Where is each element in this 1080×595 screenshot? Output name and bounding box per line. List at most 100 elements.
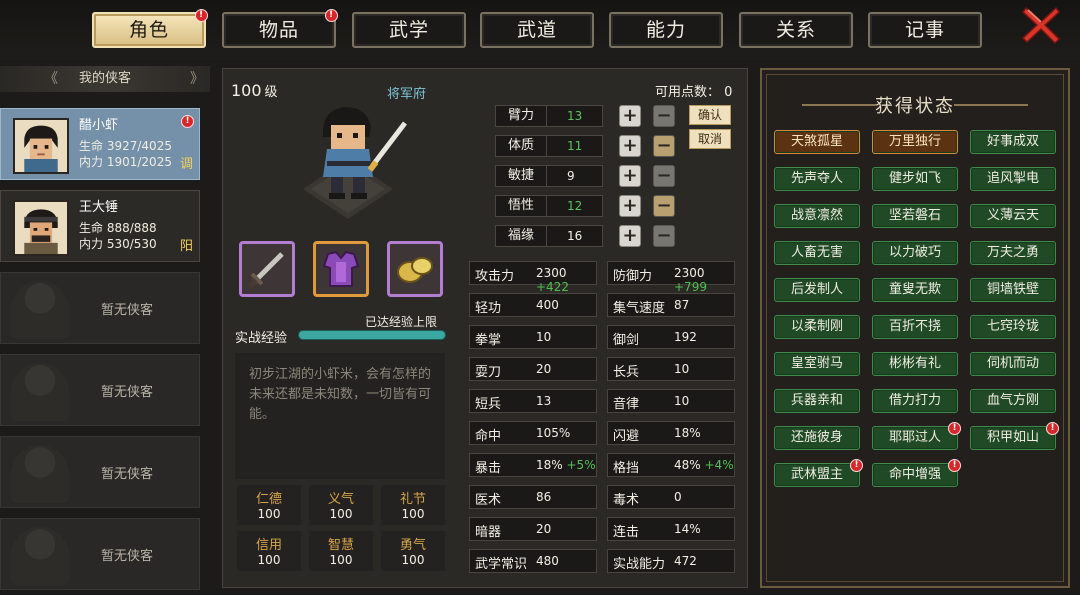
equip-slot-accessory[interactable] <box>387 241 443 297</box>
party-member-card[interactable]: 醋小虾 生命 3927/4025 内力 1901/2025 调 ! <box>0 108 200 180</box>
status-tag[interactable]: 战意凛然 <box>774 204 860 228</box>
status-tag[interactable]: 追风掣电 <box>970 167 1056 191</box>
tab-character[interactable]: 角色! <box>92 9 208 48</box>
close-icon[interactable] <box>1020 4 1062 46</box>
empty-party-slot[interactable]: 暂无侠客 <box>0 272 200 344</box>
confirm-button[interactable]: 确认 <box>689 105 731 125</box>
tab-relations[interactable]: 关系 <box>739 12 853 48</box>
status-tag[interactable]: 人畜无害 <box>774 241 860 265</box>
stat-cell: 格挡 48% +4% <box>607 453 735 477</box>
stat-label: 暗器 <box>475 525 502 540</box>
tab-items[interactable]: 物品! <box>222 9 338 48</box>
status-tag[interactable]: 以力破巧 <box>872 241 958 265</box>
status-tag[interactable]: 万里独行 <box>872 130 958 154</box>
decrease-attribute-button[interactable]: − <box>653 165 675 187</box>
status-tag[interactable]: 好事成双 <box>970 130 1056 154</box>
empty-party-slot[interactable]: 暂无侠客 <box>0 518 200 590</box>
status-tag[interactable]: 百折不挠 <box>872 315 958 339</box>
empty-party-slot[interactable]: 暂无侠客 <box>0 436 200 508</box>
status-tag-label: 还施彼身 <box>790 430 843 445</box>
tab-label: 角色 <box>128 19 169 41</box>
xp-label: 实战经验 <box>235 331 288 346</box>
hero-status-mark: 阳 <box>179 239 193 254</box>
decrease-attribute-button[interactable]: − <box>653 135 675 157</box>
hero-name: 王大锤 <box>79 200 119 215</box>
stat-label: 拳掌 <box>475 333 502 348</box>
attribute-value: 13 <box>547 105 603 127</box>
status-tag[interactable]: 坚若磐石 <box>872 204 958 228</box>
status-tag[interactable]: 伺机而动 <box>970 352 1056 376</box>
equip-slot-weapon[interactable] <box>239 241 295 297</box>
hero-mp: 内力 530/530 <box>79 235 157 252</box>
status-tag[interactable]: 血气方刚 <box>970 389 1056 413</box>
virtue-value: 100 <box>257 507 281 521</box>
hp-label: 生命 <box>79 221 104 235</box>
increase-attribute-button[interactable]: + <box>619 195 641 217</box>
alert-badge: ! <box>181 115 194 128</box>
status-tag[interactable]: 后发制人 <box>774 278 860 302</box>
status-tag[interactable]: 健步如飞 <box>872 167 958 191</box>
status-tag[interactable]: 武林盟主! <box>774 459 863 487</box>
stat-value: 18% <box>674 426 701 440</box>
hero-hp: 生命 3927/4025 <box>79 137 172 154</box>
stat-cell: 连击 14% <box>607 517 735 541</box>
party-member-card[interactable]: 王大锤 生命 888/888 内力 530/530 阳 <box>0 190 200 262</box>
hp-value: 3927/4025 <box>106 139 172 153</box>
status-tag[interactable]: 借力打力 <box>872 389 958 413</box>
status-tag[interactable]: 皇室驸马 <box>774 352 860 376</box>
stat-cell: 命中 105% <box>469 421 597 445</box>
tab-journal[interactable]: 记事 <box>868 12 982 48</box>
decrease-attribute-button[interactable]: − <box>653 195 675 217</box>
stat-value: 48% +4% <box>674 458 734 472</box>
virtue-value: 100 <box>401 553 425 567</box>
virtue-label: 信用 <box>255 538 282 553</box>
status-tag[interactable]: 耶耶过人! <box>872 422 961 450</box>
stat-label: 格挡 <box>613 461 640 476</box>
status-tag[interactable]: 万夫之勇 <box>970 241 1056 265</box>
status-tag[interactable]: 以柔制刚 <box>774 315 860 339</box>
equip-slot-armor[interactable] <box>313 241 369 297</box>
hero-portrait <box>13 200 69 256</box>
status-tag[interactable]: 积甲如山! <box>970 422 1059 450</box>
cancel-button[interactable]: 取消 <box>689 129 731 149</box>
stat-number: 87 <box>674 298 690 312</box>
alert-badge: ! <box>948 459 961 472</box>
status-tag[interactable]: 七窍玲珑 <box>970 315 1056 339</box>
status-tag-label: 以力破巧 <box>888 245 941 260</box>
stat-number: 10 <box>674 394 690 408</box>
status-tag[interactable]: 童叟无欺 <box>872 278 958 302</box>
alert-badge: ! <box>850 459 863 472</box>
status-tag[interactable]: 还施彼身 <box>774 426 860 450</box>
chevron-left-icon[interactable]: 《 <box>44 66 58 92</box>
empty-party-slot[interactable]: 暂无侠客 <box>0 354 200 426</box>
status-tag[interactable]: 彬彬有礼 <box>872 352 958 376</box>
status-tag[interactable]: 先声夺人 <box>774 167 860 191</box>
stat-label: 实战能力 <box>613 557 666 572</box>
virtue-label: 义气 <box>327 492 354 507</box>
tab-martial-way[interactable]: 武道 <box>480 12 594 48</box>
status-tag-label: 七窍玲珑 <box>986 319 1039 334</box>
decrease-attribute-button[interactable]: − <box>653 225 675 247</box>
tab-bar: 角色! 物品! 武学 武道 能力 关系 记事 <box>0 0 1080 60</box>
increase-attribute-button[interactable]: + <box>619 225 641 247</box>
stat-cell: 闪避 18% <box>607 421 735 445</box>
status-tag[interactable]: 天煞孤星 <box>774 130 860 154</box>
stat-value: 10 <box>674 394 689 408</box>
stat-cell: 防御力 2300 +799 <box>607 261 735 294</box>
stat-cell: 耍刀 20 <box>469 357 597 381</box>
stat-cell: 轻功 400 <box>469 293 597 317</box>
increase-attribute-button[interactable]: + <box>619 135 641 157</box>
decrease-attribute-button[interactable]: − <box>653 105 675 127</box>
chevron-right-icon[interactable]: 》 <box>190 66 204 92</box>
tab-abilities[interactable]: 能力 <box>609 12 723 48</box>
status-tag[interactable]: 命中增强! <box>872 459 961 487</box>
stat-label: 音律 <box>613 397 640 412</box>
status-tag[interactable]: 义薄云天 <box>970 204 1056 228</box>
status-tag[interactable]: 兵器亲和 <box>774 389 860 413</box>
status-tag[interactable]: 铜墙铁壁 <box>970 278 1056 302</box>
stat-value: 2300 +422 <box>536 266 596 294</box>
increase-attribute-button[interactable]: + <box>619 105 641 127</box>
status-tag-label: 皇室驸马 <box>790 356 843 371</box>
increase-attribute-button[interactable]: + <box>619 165 641 187</box>
tab-martial-arts[interactable]: 武学 <box>352 12 466 48</box>
